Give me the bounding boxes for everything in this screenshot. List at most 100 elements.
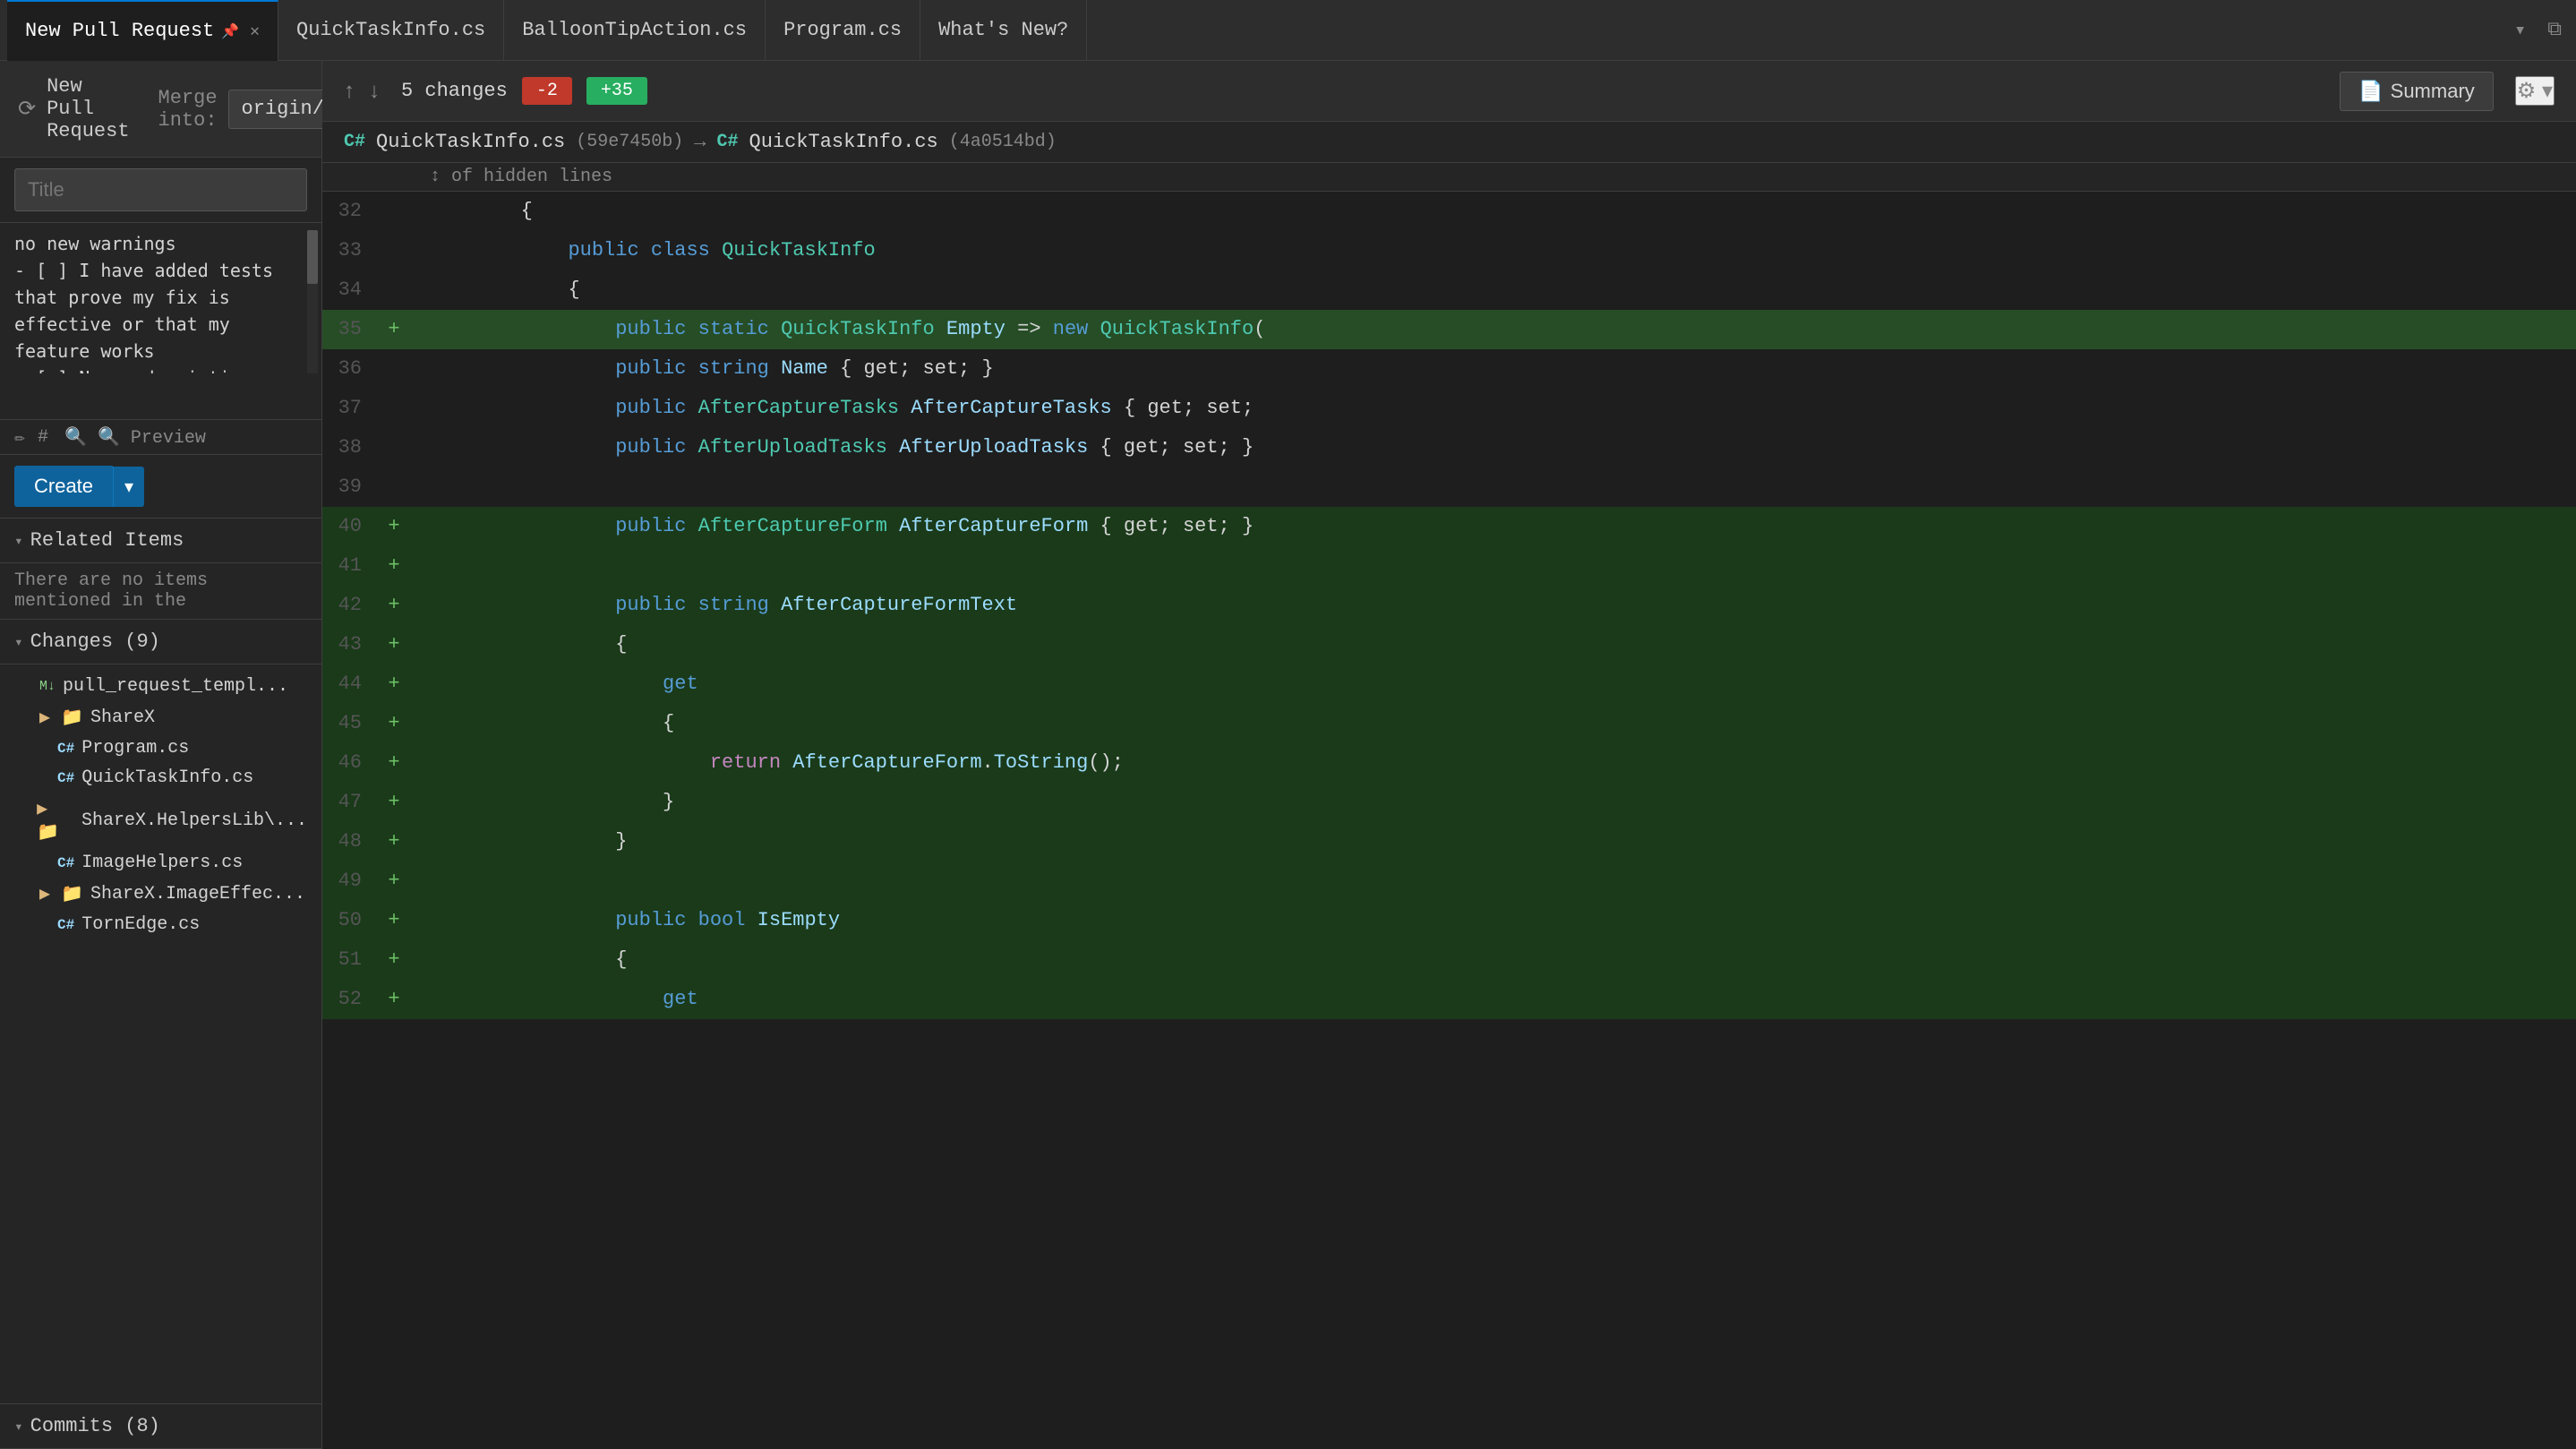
line-marker: + (376, 783, 412, 822)
line-code: public AfterCaptureTasks AfterCaptureTas… (412, 389, 2576, 428)
file-from-lang: C# (344, 132, 365, 152)
file-name-imagehelpers-cs: ImageHelpers.cs (81, 853, 243, 873)
code-line-36: 36 public string Name { get; set; } (322, 349, 2576, 389)
code-lines: 32 {33 public class QuickTaskInfo34 {35+… (322, 192, 2576, 1019)
nav-down-button[interactable]: ↓ (369, 79, 380, 104)
create-button[interactable]: Create (14, 466, 113, 507)
changes-header[interactable]: ▾ Changes (9) (0, 620, 321, 664)
pr-header: ⟳ New Pull Request Merge into: origin/de… (0, 61, 321, 158)
line-code (412, 546, 2576, 586)
line-code: get (412, 980, 2576, 1019)
line-marker: + (376, 546, 412, 586)
create-btn-group: Create ▾ (14, 466, 307, 507)
file-tree-item-imageeffects-folder[interactable]: ▶ 📁 ShareX.ImageEffec... (0, 878, 321, 910)
file-tree-item-sharex-folder[interactable]: ▶ 📁 ShareX (0, 701, 321, 733)
line-code (412, 467, 2576, 507)
description-scrollbar[interactable] (307, 230, 318, 373)
diff-toolbar: ↑ ↓ 5 changes -2 +35 📄 Summary ⚙ ▾ (322, 61, 2576, 122)
title-input[interactable] (14, 168, 307, 211)
hidden-lines-indicator: ↕ of hidden lines (322, 163, 2576, 192)
changes-count: 5 changes (401, 80, 508, 102)
line-code: public AfterUploadTasks AfterUploadTasks… (412, 428, 2576, 467)
left-panel: ⟳ New Pull Request Merge into: origin/de… (0, 61, 322, 1449)
commits-title: Commits (8) (30, 1415, 160, 1437)
tab-program[interactable]: Program.cs (766, 0, 920, 61)
line-marker: + (376, 664, 412, 704)
line-marker (376, 389, 412, 428)
line-code: return AfterCaptureForm.ToString(); (412, 743, 2576, 783)
line-code: { (412, 270, 2576, 310)
file-name-program-cs: Program.cs (81, 738, 189, 759)
tab-close-icon[interactable]: ✕ (250, 21, 260, 41)
description-toolbar: ✏ # 🔍 🔍 Preview (0, 420, 321, 455)
file-tree: M↓ pull_request_templ... ▶ 📁 ShareX C# P… (0, 664, 321, 1403)
related-items-title: Related Items (30, 529, 184, 552)
code-line-33: 33 public class QuickTaskInfo (322, 231, 2576, 270)
code-line-52: 52+ get (322, 980, 2576, 1019)
diff-file-header: C# QuickTaskInfo.cs (59e7450b) → C# Quic… (322, 122, 2576, 163)
line-marker (376, 270, 412, 310)
line-marker (376, 231, 412, 270)
file-to-hash: (4a0514bd) (949, 132, 1057, 152)
tab-pin-icon: 📌 (221, 22, 239, 40)
tab-dropdown-icon[interactable]: ▾ (2507, 15, 2533, 46)
changes-chevron: ▾ (14, 633, 23, 651)
code-line-49: 49+ (322, 862, 2576, 901)
file-name-pull-request-template: pull_request_templ... (63, 676, 288, 697)
edit-icon[interactable]: ✏ (14, 425, 25, 449)
code-line-43: 43+ { (322, 625, 2576, 664)
file-to-name: QuickTaskInfo.cs (749, 131, 938, 153)
tab-quicktaskinfo[interactable]: QuickTaskInfo.cs (278, 0, 504, 61)
grid-icon[interactable]: # (38, 427, 48, 448)
commits-header[interactable]: ▾ Commits (8) (0, 1403, 321, 1449)
line-number: 39 (322, 467, 376, 507)
tab-new-pull-request[interactable]: New Pull Request 📌 ✕ (7, 0, 278, 61)
summary-label: Summary (2391, 80, 2475, 103)
line-marker: + (376, 862, 412, 901)
line-number: 51 (322, 940, 376, 980)
line-marker: + (376, 901, 412, 940)
main-layout: ⟳ New Pull Request Merge into: origin/de… (0, 61, 2576, 1449)
merge-into-label: Merge into: (158, 87, 218, 132)
file-tree-item-quicktaskinfo-cs[interactable]: C# QuickTaskInfo.cs (0, 763, 321, 793)
file-tree-item-tornedge-cs[interactable]: C# TornEdge.cs (0, 910, 321, 939)
line-code: public bool IsEmpty (412, 901, 2576, 940)
code-line-32: 32 { (322, 192, 2576, 231)
folder-icon-3: ▶ 📁 (39, 882, 83, 905)
create-dropdown-button[interactable]: ▾ (113, 467, 144, 507)
code-line-35: 35+ public static QuickTaskInfo Empty =>… (322, 310, 2576, 349)
tab-restore-icon[interactable]: ⧉ (2540, 15, 2569, 45)
tab-whatsnew[interactable]: What's New? (920, 0, 1087, 61)
additions-badge: +35 (586, 77, 647, 105)
line-marker: + (376, 940, 412, 980)
nav-up-button[interactable]: ↑ (344, 79, 355, 104)
file-name-tornedge-cs: TornEdge.cs (81, 914, 200, 935)
summary-button[interactable]: 📄 Summary (2340, 72, 2494, 111)
line-code: { (412, 625, 2576, 664)
line-number: 48 (322, 822, 376, 862)
description-scrollbar-thumb (307, 230, 318, 284)
file-tree-item-program-cs[interactable]: C# Program.cs (0, 733, 321, 763)
line-number: 40 (322, 507, 376, 546)
file-tree-item-imagehelpers-cs[interactable]: C# ImageHelpers.cs (0, 848, 321, 878)
line-code: { (412, 940, 2576, 980)
preview-button[interactable]: 🔍 🔍 Preview (64, 425, 206, 449)
line-marker: + (376, 310, 412, 349)
diff-content[interactable]: ↕ of hidden lines 32 {33 public class Qu… (322, 163, 2576, 1449)
related-items-header[interactable]: ▾ Related Items (0, 519, 321, 563)
md-file-icon: M↓ (39, 679, 56, 694)
tab-balloonaction[interactable]: BalloonTipAction.cs (504, 0, 766, 61)
settings-button[interactable]: ⚙ ▾ (2515, 76, 2555, 106)
description-textarea[interactable]: no new warnings - [ ] I have added tests… (14, 230, 307, 373)
line-number: 32 (322, 192, 376, 231)
line-code: public string Name { get; set; } (412, 349, 2576, 389)
file-tree-item-helperslib-folder[interactable]: ▶ 📁 ShareX.HelpersLib\... (0, 793, 321, 848)
folder-icon-2: ▶ 📁 (37, 797, 74, 844)
cs-file-icon: C# (57, 741, 74, 757)
file-tree-item-pull-request-template[interactable]: M↓ pull_request_templ... (0, 672, 321, 701)
code-line-39: 39 (322, 467, 2576, 507)
cs-file-icon-3: C# (57, 855, 74, 871)
summary-icon: 📄 (2358, 80, 2383, 103)
code-line-41: 41+ (322, 546, 2576, 586)
line-marker (376, 467, 412, 507)
